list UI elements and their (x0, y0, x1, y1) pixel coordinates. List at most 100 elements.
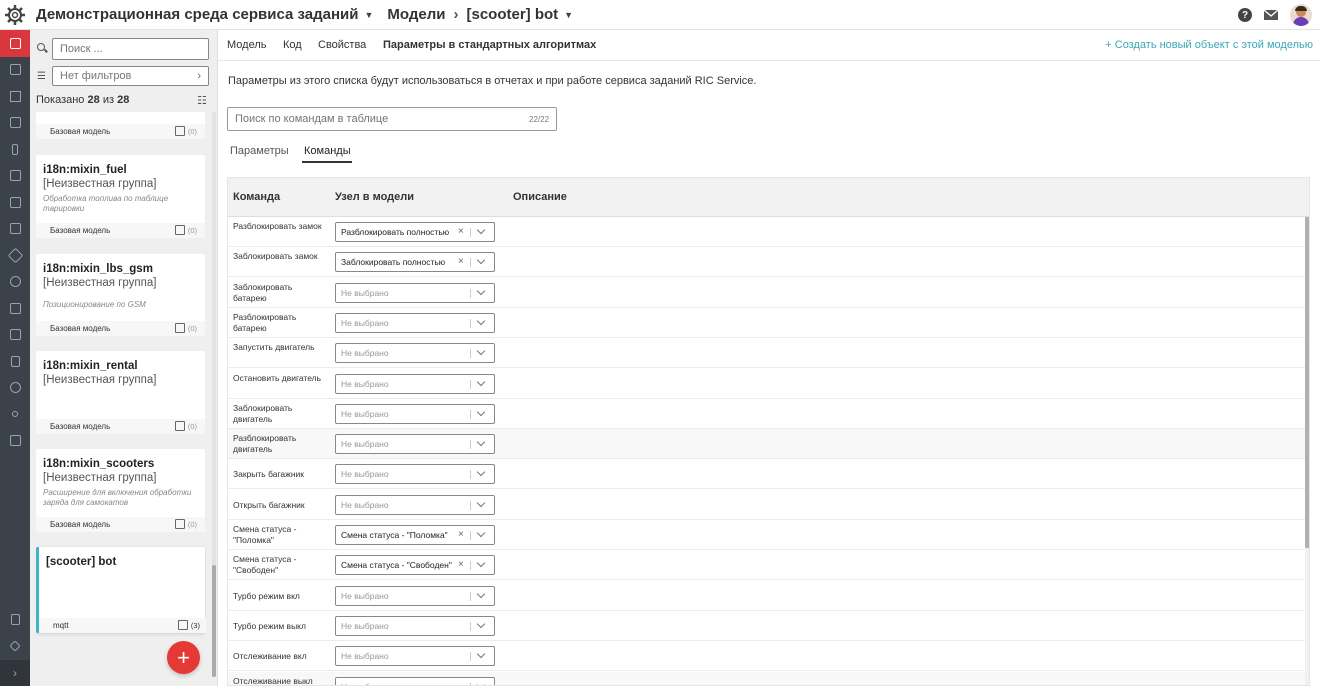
column-node[interactable]: Узел в модели (335, 191, 414, 203)
rail-file-icon[interactable] (0, 607, 30, 634)
node-select[interactable]: Заблокировать полностью × (335, 252, 495, 273)
filter-select[interactable]: Нет фильтров › (52, 66, 209, 86)
select-divider (470, 440, 471, 450)
rail-chart-icon[interactable] (0, 295, 30, 322)
node-select[interactable]: Не выбрано (335, 373, 495, 394)
rail-task-icon[interactable] (0, 163, 30, 190)
node-select[interactable]: Не выбрано (335, 312, 495, 333)
rail-objects-icon[interactable] (0, 57, 30, 84)
clear-icon[interactable]: × (458, 226, 464, 237)
tab-model[interactable]: Модель (227, 39, 266, 51)
node-select[interactable]: Не выбрано (335, 464, 495, 485)
column-command[interactable]: Команда (233, 191, 280, 203)
node-select[interactable]: Не выбрано (335, 282, 495, 303)
command-name: Разблокировать замок (233, 221, 322, 231)
table-scrollbar-thumb[interactable] (1305, 217, 1309, 548)
chevron-down-icon[interactable] (476, 377, 486, 386)
environment-selector[interactable]: Демонстрационная среда сервиса заданий ▼ (36, 6, 373, 23)
chevron-down-icon[interactable] (476, 225, 486, 235)
node-select[interactable]: Не выбрано (335, 615, 495, 636)
list-item-selected[interactable]: [scooter] bot mqtt (3) (36, 547, 206, 633)
rail-tools-icon[interactable] (0, 633, 30, 660)
chevron-down-icon[interactable] (476, 680, 486, 685)
list-item[interactable]: Базовая модель (0) (36, 112, 205, 139)
rail-signal-icon[interactable] (0, 401, 30, 428)
rail-models-icon[interactable] (0, 30, 30, 57)
tab-code[interactable]: Код (283, 39, 302, 51)
list-item[interactable]: i18n:mixin_lbs_gsm [Неизвестная группа] … (36, 254, 205, 336)
create-object-link[interactable]: + Создать новый объект с этой моделью (1105, 39, 1313, 51)
node-select[interactable]: Не выбрано (335, 343, 495, 364)
rail-calendar-icon[interactable] (0, 110, 30, 137)
chevron-down-icon[interactable] (476, 619, 486, 629)
node-select[interactable]: Смена статуса - "Поломка" × (335, 525, 495, 545)
command-search-input[interactable] (227, 107, 557, 131)
rail-expand-icon[interactable]: › (0, 659, 30, 686)
clear-icon[interactable]: × (458, 529, 464, 540)
rail-upload-icon[interactable] (0, 375, 30, 402)
chevron-down-icon[interactable] (476, 286, 486, 295)
chevron-down-icon[interactable] (476, 589, 486, 598)
mail-icon[interactable] (1263, 9, 1279, 20)
clear-icon[interactable]: × (458, 256, 464, 267)
objects-icon (178, 620, 188, 630)
list-item[interactable]: i18n:mixin_fuel [Неизвестная группа] Обр… (36, 155, 205, 238)
avatar[interactable] (1290, 4, 1312, 26)
objects-icon (175, 126, 185, 136)
node-select[interactable]: Не выбрано (335, 403, 495, 424)
node-select-value: Не выбрано (341, 378, 389, 389)
select-divider (470, 288, 471, 298)
chevron-down-icon[interactable] (476, 407, 486, 417)
rail-flask-icon[interactable] (0, 428, 30, 455)
chevron-down-icon[interactable] (476, 256, 486, 265)
rail-bolt-icon[interactable] (0, 136, 30, 163)
select-divider (470, 409, 471, 419)
rail-document-icon[interactable] (0, 348, 30, 375)
node-select-value: Не выбрано (341, 408, 389, 419)
sort-settings-icon[interactable]: ☷ (197, 94, 207, 107)
rail-table-icon[interactable] (0, 216, 30, 243)
command-name: Отслеживание выкл (233, 675, 313, 686)
breadcrumb-section[interactable]: Модели (387, 6, 445, 23)
clear-icon[interactable]: × (458, 559, 464, 570)
chevron-down-icon[interactable] (476, 316, 486, 326)
objects-icon (175, 519, 185, 529)
node-select[interactable]: Смена статуса - "Свободен" × (335, 555, 495, 576)
chevron-down-icon[interactable] (476, 346, 486, 356)
chevron-down-icon[interactable] (476, 437, 486, 447)
tab-properties[interactable]: Свойства (318, 39, 366, 51)
column-description[interactable]: Описание (513, 191, 567, 203)
chevron-down-icon[interactable] (476, 528, 486, 538)
chevron-down-icon[interactable] (476, 468, 486, 477)
chevron-down-icon[interactable] (476, 649, 486, 659)
command-name: Закрыть багажник (233, 469, 304, 480)
add-model-button[interactable]: + (167, 641, 200, 674)
node-select[interactable]: Не выбрано (335, 434, 495, 455)
help-icon[interactable]: ? (1238, 8, 1252, 22)
rail-tag-icon[interactable] (0, 242, 30, 269)
tab-parameters[interactable]: Параметры в стандартных алгоритмах (383, 39, 596, 51)
rail-hierarchy-icon[interactable] (0, 83, 30, 110)
node-select[interactable]: Не выбрано (335, 494, 495, 515)
subtab-commands[interactable]: Команды (304, 145, 351, 157)
objects-icon (175, 225, 185, 235)
list-item[interactable]: i18n:mixin_rental [Неизвестная группа] Б… (36, 351, 205, 434)
objects-icon (175, 421, 185, 431)
rail-globe-icon[interactable] (0, 269, 30, 296)
rail-dashboard-icon[interactable] (0, 189, 30, 216)
node-select-value: Не выбрано (341, 682, 454, 686)
subtab-parameters[interactable]: Параметры (230, 145, 289, 157)
breadcrumb-current[interactable]: [scooter] bot ▼ (467, 6, 574, 23)
list-item[interactable]: i18n:mixin_scooters [Неизвестная группа]… (36, 449, 205, 532)
node-select[interactable]: Разблокировать полностью × (335, 222, 495, 242)
chevron-down-icon[interactable] (476, 498, 486, 507)
node-select[interactable]: Не выбрано (335, 585, 495, 606)
node-select[interactable]: Не выбрано (335, 676, 495, 686)
model-search-input[interactable] (52, 38, 209, 60)
node-select[interactable]: Не выбрано (335, 646, 495, 667)
chevron-down-icon[interactable] (476, 559, 486, 568)
rail-user-icon[interactable] (0, 322, 30, 349)
side-scrollbar-thumb[interactable] (212, 565, 216, 677)
table-row: Открыть багажник Не выбрано (228, 490, 1305, 520)
gear-logo-icon[interactable] (0, 0, 30, 30)
